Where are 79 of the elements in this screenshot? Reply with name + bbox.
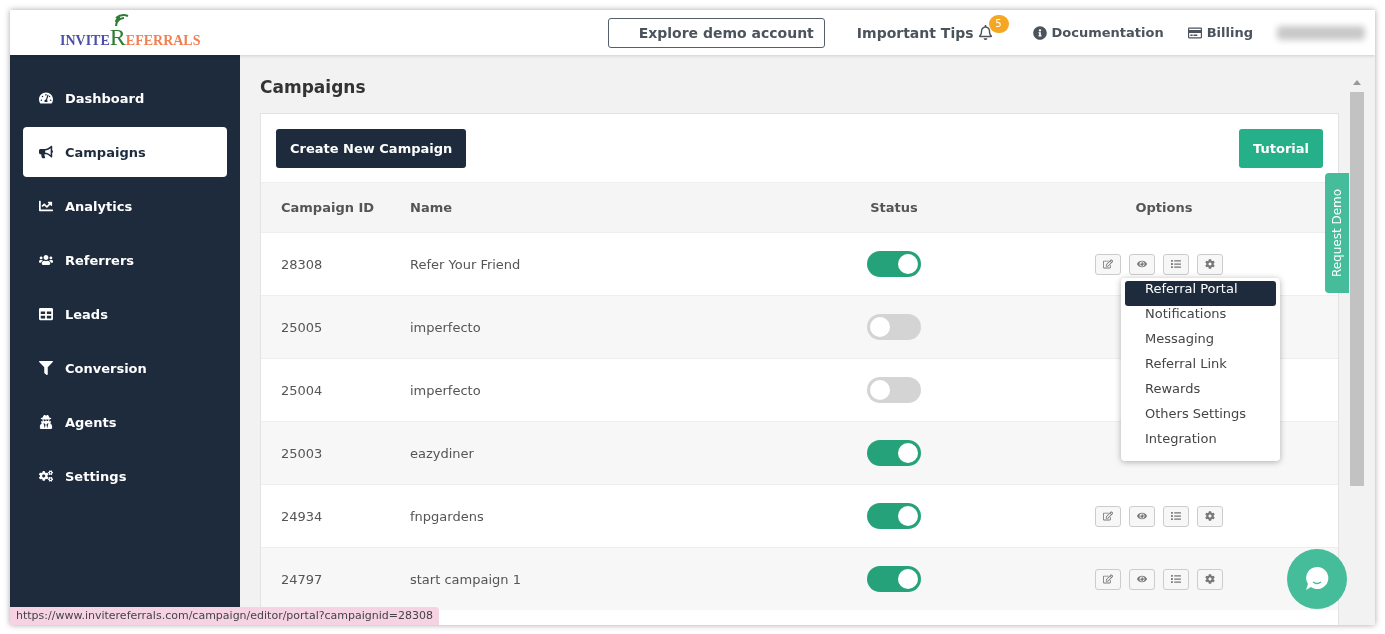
sidebar-item[interactable]: Campaigns — [23, 127, 227, 177]
table-cell-text: eazydiner — [410, 445, 475, 461]
explore-demo-button[interactable]: Explore demo account — [607, 17, 825, 48]
sidebar-item[interactable]: Analytics — [23, 181, 227, 231]
status-toggle[interactable] — [867, 566, 921, 592]
credit-card-icon — [1187, 25, 1202, 40]
status-toggle[interactable] — [867, 503, 921, 529]
view-button[interactable] — [1129, 505, 1155, 527]
status-toggle[interactable] — [867, 377, 921, 403]
megaphone-icon — [39, 145, 53, 159]
table-cell-text: imperfecto — [410, 319, 482, 335]
person-icon — [39, 415, 53, 429]
logo: INVITEREFERRALS — [60, 11, 201, 54]
menu-item[interactable]: Others Settings — [1125, 406, 1276, 431]
users-icon — [39, 253, 53, 267]
table-cell-text: fnpgardens — [410, 508, 485, 524]
status-toggle[interactable] — [867, 440, 921, 466]
header-link[interactable]: Documentation — [1032, 25, 1164, 40]
edit-button[interactable] — [1095, 253, 1121, 275]
table-cell-text: 28308 — [281, 256, 324, 272]
table-icon — [39, 307, 53, 321]
page-title: Campaigns — [260, 77, 367, 97]
table-cell-text: start campaign 1 — [410, 571, 522, 587]
menu-item[interactable]: Notifications — [1125, 306, 1276, 331]
status-url: https://www.invitereferrals.com/campaign/editor/portal?campaignid=28308 — [10, 607, 440, 625]
sidebar-item[interactable]: Agents — [23, 397, 227, 447]
menu-item[interactable]: Referral Link — [1125, 356, 1276, 381]
table-cell-text: 24934 — [281, 508, 324, 524]
list-button[interactable] — [1163, 505, 1189, 527]
column-header: Campaign ID — [281, 200, 376, 215]
menu-item[interactable]: Integration — [1125, 431, 1276, 456]
sidebar-item[interactable]: Leads — [23, 289, 227, 339]
table-cell-text: imperfecto — [410, 382, 482, 398]
settings-icon — [1205, 574, 1215, 584]
edit-icon — [1103, 574, 1113, 584]
list-icon — [1171, 574, 1181, 584]
gauge-icon — [39, 91, 53, 105]
sidebar-item[interactable]: Conversion — [23, 343, 227, 393]
column-header: Status — [869, 200, 919, 215]
info-icon — [1032, 25, 1047, 40]
menu-item[interactable]: Messaging — [1125, 331, 1276, 356]
edit-icon — [1103, 259, 1113, 269]
notification-badge: 5 — [988, 14, 1009, 33]
menu-item[interactable]: Rewards — [1125, 381, 1276, 406]
header-link[interactable]: Billing — [1187, 25, 1253, 40]
settings-button[interactable] — [1197, 568, 1223, 590]
eye-icon — [1137, 259, 1147, 269]
list-button[interactable] — [1163, 253, 1189, 275]
table-cell-text: 24797 — [281, 571, 324, 587]
list-button[interactable] — [1163, 568, 1189, 590]
view-button[interactable] — [1129, 568, 1155, 590]
settings-icon — [1205, 511, 1215, 521]
edit-icon — [1103, 511, 1113, 521]
line-chart-icon — [39, 199, 53, 213]
table-cell-text: 25004 — [281, 382, 324, 398]
table-cell-text: 25005 — [281, 319, 324, 335]
edit-button[interactable] — [1095, 568, 1121, 590]
settings-icon — [1205, 259, 1215, 269]
view-button[interactable] — [1129, 253, 1155, 275]
gears-icon — [39, 469, 53, 483]
sidebar-item[interactable]: Dashboard — [23, 73, 227, 123]
list-icon — [1171, 259, 1181, 269]
column-header: Name — [410, 200, 453, 215]
edit-button[interactable] — [1095, 505, 1121, 527]
status-toggle[interactable] — [867, 314, 921, 340]
status-toggle[interactable] — [867, 251, 921, 277]
list-icon — [1171, 511, 1181, 521]
eye-icon — [1137, 574, 1147, 584]
eye-icon — [1137, 511, 1147, 521]
settings-button[interactable] — [1197, 253, 1223, 275]
table-cell-text: 25003 — [281, 445, 324, 461]
table-cell-text: Refer Your Friend — [410, 256, 522, 272]
create-campaign-button[interactable]: Create New Campaign — [276, 129, 467, 168]
filter-icon — [39, 361, 53, 375]
settings-button[interactable] — [1197, 505, 1223, 527]
menu-item[interactable]: Referral Portal — [1125, 281, 1276, 306]
bell-icon — [977, 25, 993, 40]
sidebar-item[interactable]: Settings — [23, 451, 227, 501]
sidebar-item[interactable]: Referrers — [23, 235, 227, 285]
